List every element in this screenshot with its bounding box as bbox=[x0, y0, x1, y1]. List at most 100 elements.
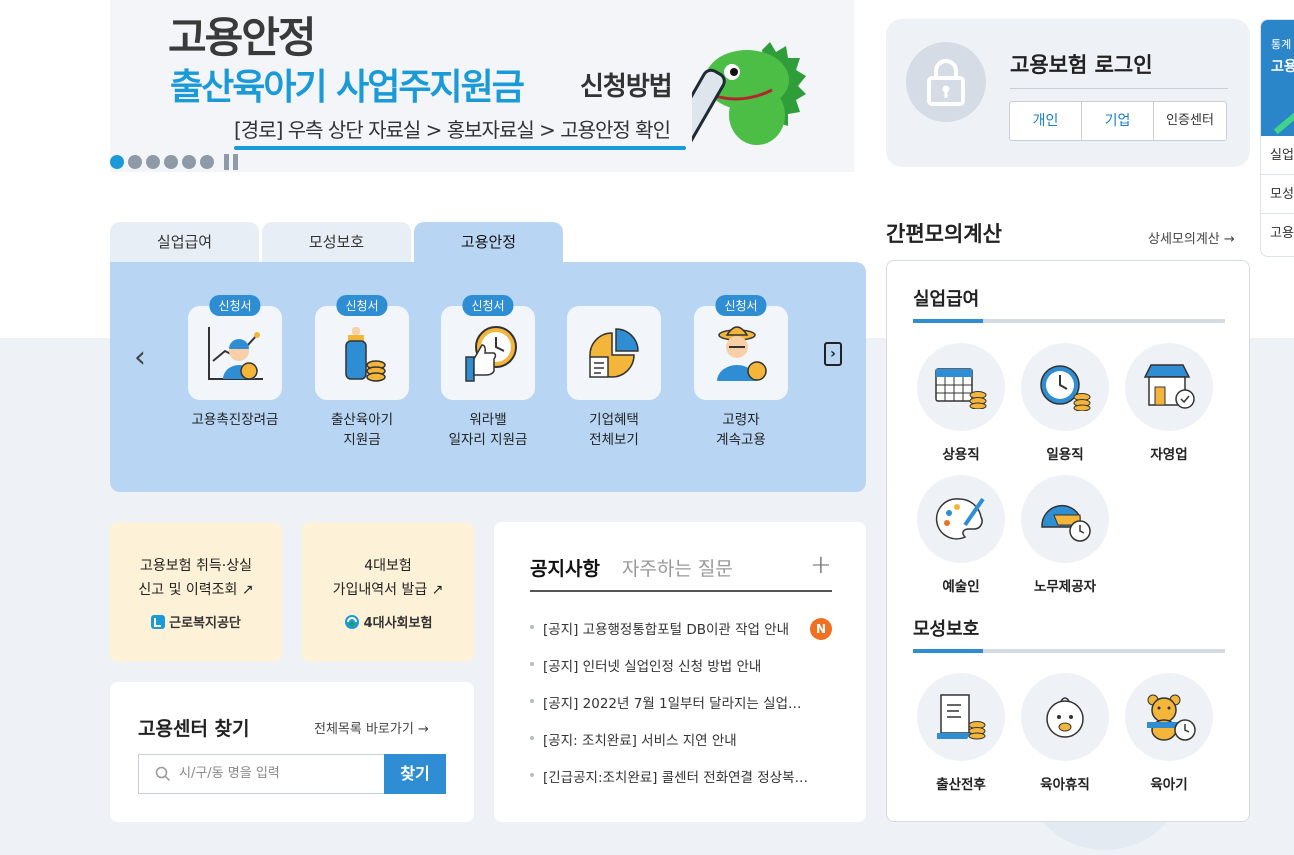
statistics-banner[interactable]: 통계 고용 bbox=[1261, 20, 1294, 136]
card-line-with-link: 신고 및 이력조회 ↗ bbox=[138, 582, 254, 598]
calc-item-artist[interactable]: 예술인 bbox=[917, 475, 1005, 595]
quick-menu-item[interactable]: 모성 bbox=[1261, 175, 1294, 214]
search-icon bbox=[155, 766, 171, 782]
service-label: 워라밸 일자리 지원금 bbox=[448, 412, 528, 448]
senior-worker-icon bbox=[694, 306, 788, 400]
detailed-calculator-link[interactable]: 상세모의계산 → bbox=[1148, 228, 1235, 247]
section-title-unemployment: 실업급여 bbox=[913, 289, 980, 310]
four-insurance-logo: 4대사회보험 bbox=[302, 612, 474, 631]
slide-dot[interactable] bbox=[146, 155, 160, 169]
calc-item-daily[interactable]: 일용직 bbox=[1021, 343, 1109, 463]
chart-line-icon bbox=[1273, 103, 1294, 135]
notice-item[interactable]: [공지: 조치완료] 서비스 지연 안내 bbox=[530, 729, 832, 766]
service-item[interactable]: 신청서 고용촉진장려금 bbox=[188, 295, 282, 430]
slide-dot[interactable] bbox=[110, 155, 124, 169]
tab-employment-stability[interactable]: 고용안정 bbox=[414, 222, 563, 262]
statistics-label: 통계 bbox=[1271, 38, 1292, 51]
login-certificate-center-button[interactable]: 인증센터 bbox=[1154, 102, 1226, 140]
banner-underline bbox=[234, 146, 686, 150]
tab-notice[interactable]: 공지사항 bbox=[530, 554, 600, 581]
calc-item-regular[interactable]: 상용직 bbox=[917, 343, 1005, 463]
insurance-history-card[interactable]: 고용보험 취득·상실 신고 및 이력조회 ↗ 근로복지공단 bbox=[110, 522, 282, 662]
external-link-icon: ↗ bbox=[241, 582, 254, 598]
find-button[interactable]: 찾기 bbox=[384, 754, 446, 794]
calendar-coins-icon bbox=[917, 343, 1005, 431]
application-badge: 신청서 bbox=[715, 295, 767, 316]
arrow-right-icon: → bbox=[1223, 232, 1235, 247]
calc-item-label: 예술인 bbox=[942, 579, 980, 595]
employment-promotion-icon bbox=[188, 306, 282, 400]
calculator-panel: 실업급여 상용직 일용직 자영업 예술인 노무제공자 모성보호 출산전후 육아휴… bbox=[886, 260, 1250, 822]
slide-dot[interactable] bbox=[164, 155, 178, 169]
notice-item[interactable]: [공지] 인터넷 실업인정 신청 방법 안내 bbox=[530, 655, 832, 692]
service-label: 고령자 계속고용 bbox=[716, 412, 766, 448]
promo-banner[interactable]: 고용안정 출산육아기 사업주지원금 신청방법 [경로] 우측 상단 자료실 > … bbox=[110, 0, 854, 172]
more-plus-icon[interactable]: + bbox=[810, 550, 832, 580]
service-carousel: ‹ 신청서 고용촉진장려금 신청서 출산육아기 지원금 신청서 워라밸 일자리 … bbox=[110, 262, 866, 492]
tab-faq[interactable]: 자주하는 질문 bbox=[622, 554, 733, 581]
calc-item-label: 일용직 bbox=[1046, 447, 1084, 463]
service-item[interactable]: 신청서 고령자 계속고용 bbox=[694, 295, 788, 450]
notice-item[interactable]: [긴급공지:조치완료] 콜센터 전화연결 정상복구 안내 bbox=[530, 766, 832, 803]
calc-item-childcare[interactable]: 육아기 bbox=[1125, 673, 1213, 793]
section-title-maternity: 모성보호 bbox=[913, 619, 980, 640]
four-insurance-card[interactable]: 4대보험 가입내역서 발급 ↗ 4대사회보험 bbox=[302, 522, 474, 662]
banner-title: 고용안정 bbox=[168, 13, 317, 62]
application-badge: 신청서 bbox=[336, 295, 388, 316]
chevron-right-icon[interactable]: › bbox=[824, 342, 842, 366]
card-line-with-link: 가입내역서 발급 ↗ bbox=[332, 582, 444, 598]
chevron-left-icon[interactable]: ‹ bbox=[134, 340, 146, 375]
service-tabs: 실업급여 모성보호 고용안정 bbox=[110, 222, 563, 262]
login-personal-button[interactable]: 개인 bbox=[1010, 102, 1082, 140]
calc-item-label: 출산전후 bbox=[936, 777, 986, 793]
service-item[interactable]: 신청서 워라밸 일자리 지원금 bbox=[441, 295, 535, 450]
baby-bottle-icon bbox=[315, 306, 409, 400]
banner-path-text: [경로] 우측 상단 자료실 > 홍보자료실 > 고용안정 확인 bbox=[234, 118, 671, 142]
slide-dot[interactable] bbox=[200, 155, 214, 169]
document-coins-icon bbox=[917, 673, 1005, 761]
service-label: 출산육아기 지원금 bbox=[330, 412, 394, 448]
comwel-logo: 근로복지공단 bbox=[110, 612, 282, 631]
pause-icon[interactable] bbox=[224, 154, 242, 170]
store-icon bbox=[1125, 343, 1213, 431]
service-item[interactable]: 기업혜택 전체보기 bbox=[567, 306, 661, 450]
calc-item-label: 상용직 bbox=[942, 447, 980, 463]
notice-item[interactable]: [공지] 고용행정통합포털 DB이관 작업 안내 N bbox=[530, 618, 832, 655]
section-underline bbox=[913, 649, 1225, 653]
quick-menu-panel: 통계 고용 실업 모성 고용 bbox=[1260, 19, 1294, 257]
calc-item-childbirth[interactable]: 출산전후 bbox=[917, 673, 1005, 793]
calc-item-self-employed[interactable]: 자영업 bbox=[1125, 343, 1213, 463]
full-list-link[interactable]: 전체목록 바로가기 → bbox=[314, 718, 429, 737]
center-search-input[interactable]: 시/구/동 명을 입력 bbox=[138, 754, 384, 794]
quick-menu-item[interactable]: 고용 bbox=[1261, 214, 1294, 253]
tab-unemployment[interactable]: 실업급여 bbox=[110, 222, 259, 262]
teddy-bear-clock-icon bbox=[1125, 673, 1213, 761]
calc-item-label: 육아휴직 bbox=[1040, 777, 1090, 793]
notice-item[interactable]: [공지] 2022년 7월 1일부터 달라지는 실업인정 안내 bbox=[530, 692, 832, 729]
calculator-title: 간편모의계산 bbox=[886, 222, 1002, 246]
login-company-button[interactable]: 기업 bbox=[1082, 102, 1154, 140]
service-label: 기업혜택 전체보기 bbox=[589, 412, 639, 448]
application-badge: 신청서 bbox=[209, 295, 261, 316]
notice-tabs: 공지사항 자주하는 질문 bbox=[530, 554, 733, 581]
service-item[interactable]: 신청서 출산육아기 지원금 bbox=[315, 295, 409, 450]
helmet-clock-icon bbox=[1021, 475, 1109, 563]
calc-item-parental-leave[interactable]: 육아휴직 bbox=[1021, 673, 1109, 793]
service-label: 고용촉진장려금 bbox=[191, 412, 279, 428]
external-link-icon: ↗ bbox=[431, 582, 444, 598]
application-badge: 신청서 bbox=[462, 295, 514, 316]
palette-icon bbox=[917, 475, 1005, 563]
login-panel: 고용보험 로그인 개인 기업 인증센터 bbox=[886, 19, 1250, 167]
tab-maternity[interactable]: 모성보호 bbox=[262, 222, 411, 262]
slide-dot[interactable] bbox=[182, 155, 196, 169]
arrow-right-icon: → bbox=[417, 722, 429, 737]
calc-item-label: 육아기 bbox=[1150, 777, 1188, 793]
card-line: 4대보험 bbox=[364, 558, 412, 574]
slide-dot[interactable] bbox=[128, 155, 142, 169]
divider bbox=[530, 590, 832, 592]
lock-icon bbox=[906, 42, 986, 122]
calc-item-labor-provider[interactable]: 노무제공자 bbox=[1021, 475, 1109, 595]
employment-center-finder: 고용센터 찾기 전체목록 바로가기 → 시/구/동 명을 입력 찾기 bbox=[110, 682, 474, 822]
banner-subtitle-suffix: 신청방법 bbox=[580, 72, 673, 102]
quick-menu-item[interactable]: 실업 bbox=[1261, 136, 1294, 175]
